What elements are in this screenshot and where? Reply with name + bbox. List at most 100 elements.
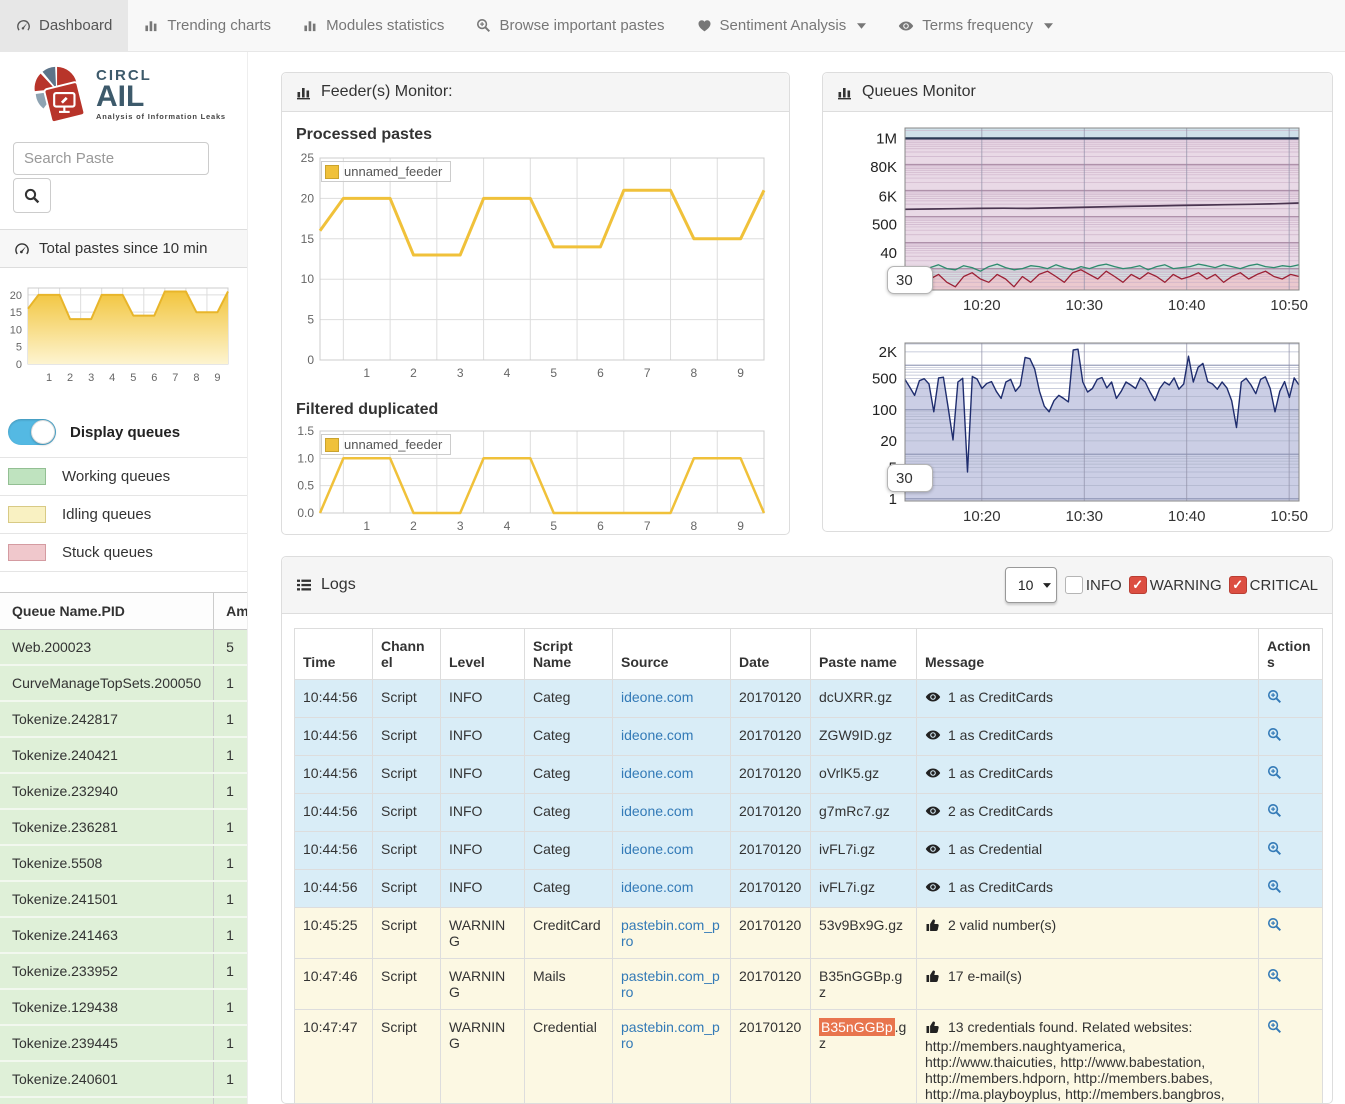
svg-text:4: 4 bbox=[504, 366, 511, 380]
search-icon bbox=[24, 188, 40, 204]
interval-input-2[interactable] bbox=[887, 464, 933, 492]
queue-name: Web.200023 bbox=[0, 630, 214, 666]
queue-row: Tokenize.2406011 bbox=[0, 1061, 248, 1097]
legend-row-stuck-queues: Stuck queues bbox=[0, 533, 247, 572]
queue-row: Tokenize.2394451 bbox=[0, 1025, 248, 1061]
caret-down-icon bbox=[1044, 23, 1053, 29]
processed-pastes-title: Processed pastes bbox=[296, 126, 777, 144]
log-time: 10:44:56 bbox=[295, 680, 373, 718]
queue-row: Tokenize.2404211 bbox=[0, 737, 248, 773]
svg-text:3: 3 bbox=[88, 372, 94, 384]
svg-text:2K: 2K bbox=[879, 344, 897, 361]
queue-amount: 1 bbox=[214, 1097, 248, 1104]
log-script: Categ bbox=[525, 756, 613, 794]
feeder-series-label: unnamed_feeder bbox=[344, 164, 442, 179]
zoom-in-action-icon[interactable] bbox=[1267, 765, 1282, 783]
log-paste-name: oVrlK5.gz bbox=[811, 756, 917, 794]
page-size-select[interactable]: 10 bbox=[1005, 567, 1057, 603]
zoom-in-action-icon[interactable] bbox=[1267, 841, 1282, 859]
svg-text:9: 9 bbox=[214, 372, 220, 384]
queue-table: Queue Name.PIDAmount Web.2000235CurveMan… bbox=[0, 592, 248, 1104]
nav-item-browse-important-pastes[interactable]: Browse important pastes bbox=[460, 0, 680, 51]
queue-col-amount: Amount bbox=[214, 593, 248, 630]
filter-info[interactable]: INFO bbox=[1065, 576, 1122, 594]
processed-pastes-chart: 0510152025123456789 bbox=[294, 148, 776, 388]
log-channel: Script bbox=[373, 959, 441, 1010]
queue-name: Tokenize.129438 bbox=[0, 989, 214, 1025]
feeder-monitor-header: Feeder(s) Monitor: bbox=[282, 73, 789, 112]
nav-item-dashboard[interactable]: Dashboard bbox=[0, 0, 128, 51]
svg-text:10:50: 10:50 bbox=[1270, 297, 1308, 314]
logs-header: Logs 10 INFO✓WARNING✓CRITICAL bbox=[282, 557, 1332, 614]
search-button[interactable] bbox=[13, 178, 51, 213]
logs-col-channel: Channel bbox=[373, 629, 441, 680]
log-row: 10:45:25ScriptWARNINGCreditCardpastebin.… bbox=[295, 908, 1323, 959]
log-source-link[interactable]: pastebin.com_pro bbox=[621, 1019, 720, 1051]
log-message: 1 as CreditCards bbox=[917, 718, 1259, 756]
nav-item-sentiment-analysis[interactable]: Sentiment Analysis bbox=[681, 0, 883, 51]
nav-item-label: Modules statistics bbox=[326, 17, 444, 34]
filter-critical[interactable]: ✓CRITICAL bbox=[1229, 576, 1318, 594]
display-queues-label: Display queues bbox=[70, 424, 180, 441]
log-paste-name: g7mRc7.gz bbox=[811, 794, 917, 832]
zoom-in-action-icon[interactable] bbox=[1267, 917, 1282, 935]
log-date: 20170120 bbox=[731, 832, 811, 870]
thumbs-up-icon bbox=[925, 917, 941, 936]
zoom-in-action-icon[interactable] bbox=[1267, 968, 1282, 986]
checkbox-warning[interactable]: ✓ bbox=[1129, 576, 1147, 594]
log-time: 10:44:56 bbox=[295, 718, 373, 756]
queue-name: Tokenize.128640 bbox=[0, 1097, 214, 1104]
top-navbar: DashboardTrending charts Modules statisti… bbox=[0, 0, 1345, 52]
checkbox-info[interactable] bbox=[1065, 576, 1083, 594]
heart-icon bbox=[697, 18, 712, 33]
log-source-link[interactable]: pastebin.com_pro bbox=[621, 968, 720, 1000]
checkbox-critical[interactable]: ✓ bbox=[1229, 576, 1247, 594]
log-time: 10:44:56 bbox=[295, 832, 373, 870]
paste-name-highlight: B35nGGBp bbox=[819, 1018, 895, 1036]
svg-text:5: 5 bbox=[550, 366, 557, 380]
bar-chart-icon bbox=[837, 84, 853, 100]
queue-amount: 1 bbox=[214, 845, 248, 881]
zoom-in-action-icon[interactable] bbox=[1267, 879, 1282, 897]
sidebar: CIRCL AIL Analysis of Information Leaks … bbox=[0, 52, 248, 1104]
logs-col-message: Message bbox=[917, 629, 1259, 680]
log-source-link[interactable]: pastebin.com_pro bbox=[621, 917, 720, 949]
log-time: 10:45:25 bbox=[295, 908, 373, 959]
nav-item-trending-charts[interactable]: Trending charts bbox=[128, 0, 287, 51]
nav-item-label: Sentiment Analysis bbox=[720, 17, 847, 34]
zoom-in-action-icon[interactable] bbox=[1267, 689, 1282, 707]
nav-item-terms-frequency[interactable]: Terms frequency bbox=[882, 0, 1069, 51]
log-source-link[interactable]: ideone.com bbox=[621, 689, 693, 705]
nav-item-modules-statistics[interactable]: Modules statistics bbox=[287, 0, 460, 51]
log-time: 10:44:56 bbox=[295, 794, 373, 832]
svg-text:5: 5 bbox=[550, 519, 557, 533]
queue-name: Tokenize.240601 bbox=[0, 1061, 214, 1097]
log-script: CreditCard bbox=[525, 908, 613, 959]
log-channel: Script bbox=[373, 756, 441, 794]
zoom-in-action-icon[interactable] bbox=[1267, 1019, 1282, 1037]
log-source-link[interactable]: ideone.com bbox=[621, 841, 693, 857]
log-script: Mails bbox=[525, 959, 613, 1010]
log-source-link[interactable]: ideone.com bbox=[621, 803, 693, 819]
svg-text:15: 15 bbox=[10, 307, 22, 319]
log-source-link[interactable]: ideone.com bbox=[621, 879, 693, 895]
legend-label: Working queues bbox=[62, 468, 170, 485]
zoom-in-action-icon[interactable] bbox=[1267, 803, 1282, 821]
total-pastes-chart: 05101520123456789 bbox=[0, 280, 240, 392]
svg-text:40: 40 bbox=[880, 245, 897, 262]
interval-input-1[interactable] bbox=[887, 266, 933, 294]
svg-text:15: 15 bbox=[301, 232, 315, 246]
circl-ail-logo[interactable]: CIRCL AIL Analysis of Information Leaks bbox=[0, 52, 247, 134]
svg-text:8: 8 bbox=[691, 366, 698, 380]
log-script: Categ bbox=[525, 794, 613, 832]
idling-queues-swatch bbox=[8, 506, 46, 523]
queue-row: Tokenize.55081 bbox=[0, 845, 248, 881]
log-source-link[interactable]: ideone.com bbox=[621, 727, 693, 743]
zoom-in-action-icon[interactable] bbox=[1267, 727, 1282, 745]
search-input[interactable] bbox=[13, 142, 209, 175]
filter-warning[interactable]: ✓WARNING bbox=[1129, 576, 1222, 594]
display-queues-toggle[interactable] bbox=[8, 419, 56, 445]
queue-row: Tokenize.2329401 bbox=[0, 773, 248, 809]
svg-text:7: 7 bbox=[172, 372, 178, 384]
log-source-link[interactable]: ideone.com bbox=[621, 765, 693, 781]
